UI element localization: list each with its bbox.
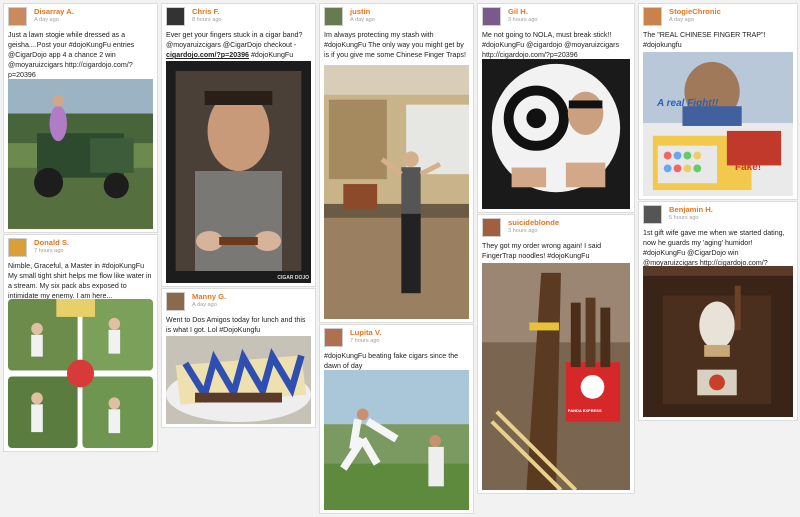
timestamp: 3 hours ago <box>508 17 538 23</box>
post-card[interactable]: Benjamin H. 5 hours ago 1st gift wife ga… <box>638 201 798 421</box>
avatar[interactable] <box>324 328 343 347</box>
timestamp: 3 hours ago <box>508 228 538 234</box>
avatar[interactable] <box>8 7 27 26</box>
post-photo[interactable] <box>324 370 469 510</box>
post-text: The "REAL CHINESE FINGER TRAP"! #dojokun… <box>643 31 766 49</box>
username-link[interactable]: StogieChronic <box>669 7 721 16</box>
avatar[interactable] <box>324 7 343 26</box>
post-text: Im always protecting my stash with #dojo… <box>324 31 466 59</box>
post-text: Ever get your fingers stuck in a cigar b… <box>166 31 303 59</box>
post-photo[interactable] <box>482 59 630 209</box>
post-text: #dojoKungFu beating fake cigars since th… <box>324 352 459 370</box>
post-card[interactable]: suicideblonde 3 hours ago They got my or… <box>477 214 635 494</box>
post-photo[interactable] <box>8 299 153 448</box>
post-photo[interactable] <box>8 79 153 229</box>
post-text: They got my order wrong again! I said Fi… <box>482 242 602 260</box>
avatar[interactable] <box>8 238 27 257</box>
post-card[interactable]: Disarray A. A day ago Just a lawn stogie… <box>3 3 158 233</box>
post-card[interactable]: Gil H. 3 hours ago Me not going to NOLA,… <box>477 3 635 213</box>
username-link[interactable]: Chris F. <box>192 7 219 16</box>
avatar[interactable] <box>482 218 501 237</box>
avatar[interactable] <box>643 205 662 224</box>
avatar[interactable] <box>166 7 185 26</box>
username-link[interactable]: Disarray A. <box>34 7 74 16</box>
post-photo[interactable] <box>166 336 311 424</box>
post-photo[interactable] <box>643 266 793 417</box>
photo-caption: A real Fight!! <box>657 98 719 109</box>
timestamp: 8 hours ago <box>192 17 222 23</box>
avatar[interactable] <box>643 7 662 26</box>
username-link[interactable]: Gil H. <box>508 7 528 16</box>
post-card[interactable]: Lupita V. 7 hours ago #dojoKungFu beatin… <box>319 324 474 514</box>
post-card[interactable]: Manny G. A day ago Went to Dos Amigos to… <box>161 288 316 428</box>
timestamp: 5 hours ago <box>669 215 699 221</box>
post-photo[interactable] <box>324 65 469 319</box>
post-photo[interactable]: A real Fight!! Fake! <box>643 52 793 196</box>
photo-label: PANDA EXPRESS <box>567 408 602 414</box>
username-link[interactable]: suicideblonde <box>508 218 559 227</box>
photo-watermark: CIGAR DOJO <box>277 275 309 281</box>
timestamp: 7 hours ago <box>350 338 380 344</box>
photo-caption: Fake! <box>735 162 762 173</box>
post-text: Me not going to NOLA, must break stick!!… <box>482 31 620 59</box>
post-card[interactable]: Chris F. 8 hours ago Ever get your finge… <box>161 3 316 287</box>
post-text: Nimble, Graceful, a Master in #dojoKungF… <box>8 262 152 300</box>
username-link[interactable]: Benjamin H. <box>669 205 713 214</box>
timestamp: A day ago <box>34 17 59 23</box>
username-link[interactable]: justin <box>350 7 370 16</box>
post-photo[interactable]: CIGAR DOJO <box>166 61 311 283</box>
username-link[interactable]: Lupita V. <box>350 328 381 337</box>
post-text: Just a lawn stogie while dressed as a ge… <box>8 31 135 79</box>
avatar[interactable] <box>166 292 185 311</box>
timestamp: A day ago <box>350 17 375 23</box>
username-link[interactable]: Manny G. <box>192 292 226 301</box>
username-link[interactable]: Donald S. <box>34 238 69 247</box>
post-photo[interactable]: PANDA EXPRESS <box>482 263 630 490</box>
avatar[interactable] <box>482 7 501 26</box>
timestamp: A day ago <box>192 302 217 308</box>
post-card[interactable]: justin A day ago Im always protecting my… <box>319 3 474 323</box>
timestamp: 7 hours ago <box>34 248 64 254</box>
timestamp: A day ago <box>669 17 694 23</box>
post-card[interactable]: StogieChronic A day ago The "REAL CHINES… <box>638 3 798 200</box>
post-text: Went to Dos Amigos today for lunch and t… <box>166 316 306 334</box>
post-card[interactable]: Donald S. 7 hours ago Nimble, Graceful, … <box>3 234 158 452</box>
post-link[interactable]: cigardojo.com/?p=20396 <box>166 51 249 59</box>
